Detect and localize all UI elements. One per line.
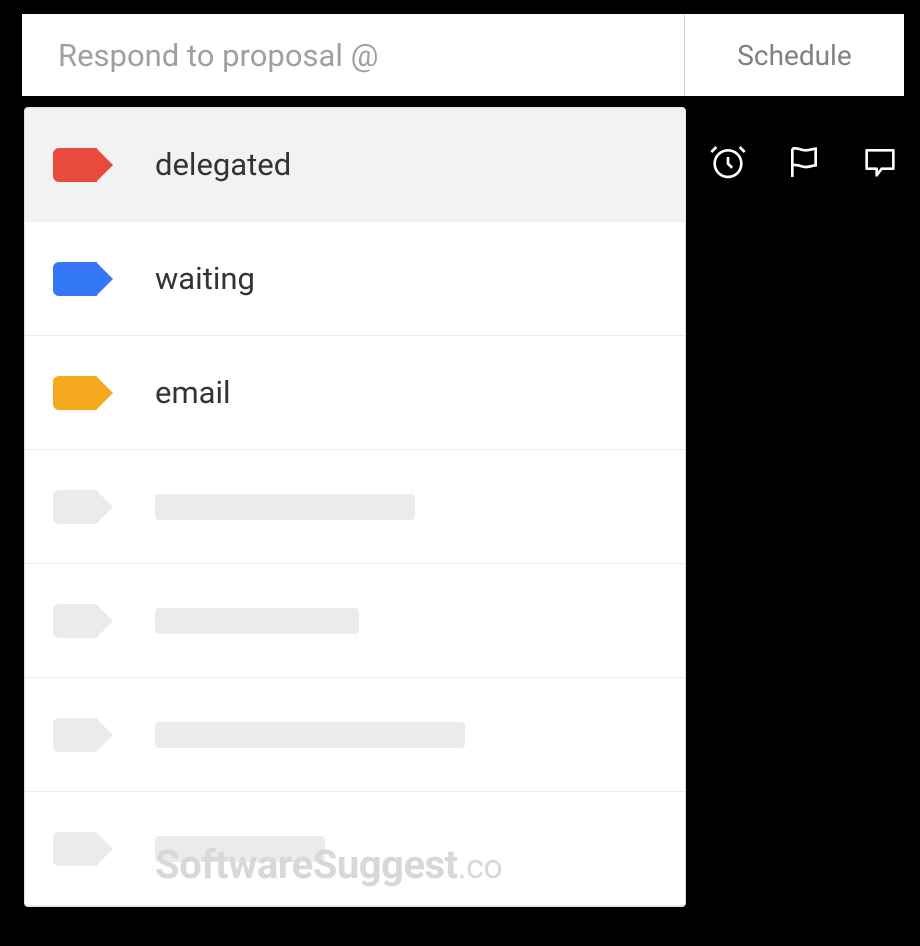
- tag-label: waiting: [155, 260, 255, 297]
- flag-icon[interactable]: [784, 142, 824, 186]
- tag-option-placeholder[interactable]: [25, 564, 685, 678]
- tag-option-placeholder[interactable]: [25, 792, 685, 906]
- placeholder-label: [155, 836, 325, 862]
- placeholder-label: [155, 722, 465, 748]
- tag-option-waiting[interactable]: waiting: [25, 222, 685, 336]
- alarm-icon[interactable]: [708, 142, 748, 186]
- tag-option-email[interactable]: email: [25, 336, 685, 450]
- tag-option-placeholder[interactable]: [25, 450, 685, 564]
- tag-icon: [53, 718, 97, 752]
- tag-label: email: [155, 374, 231, 411]
- task-input-row: Schedule: [20, 12, 906, 98]
- tag-icon: [53, 148, 97, 182]
- placeholder-label: [155, 494, 415, 520]
- tag-dropdown: delegated waiting email SoftwareSuggest.…: [24, 107, 686, 907]
- tag-option-placeholder[interactable]: [25, 678, 685, 792]
- tag-icon: [53, 490, 97, 524]
- task-input[interactable]: [22, 14, 684, 96]
- tag-icon: [53, 262, 97, 296]
- schedule-button[interactable]: Schedule: [684, 14, 904, 96]
- tag-label: delegated: [155, 146, 291, 183]
- placeholder-label: [155, 608, 359, 634]
- comment-icon[interactable]: [860, 142, 900, 186]
- tag-icon: [53, 376, 97, 410]
- tag-option-delegated[interactable]: delegated: [25, 108, 685, 222]
- tag-icon: [53, 604, 97, 638]
- tag-icon: [53, 832, 97, 866]
- action-icons: [708, 142, 900, 186]
